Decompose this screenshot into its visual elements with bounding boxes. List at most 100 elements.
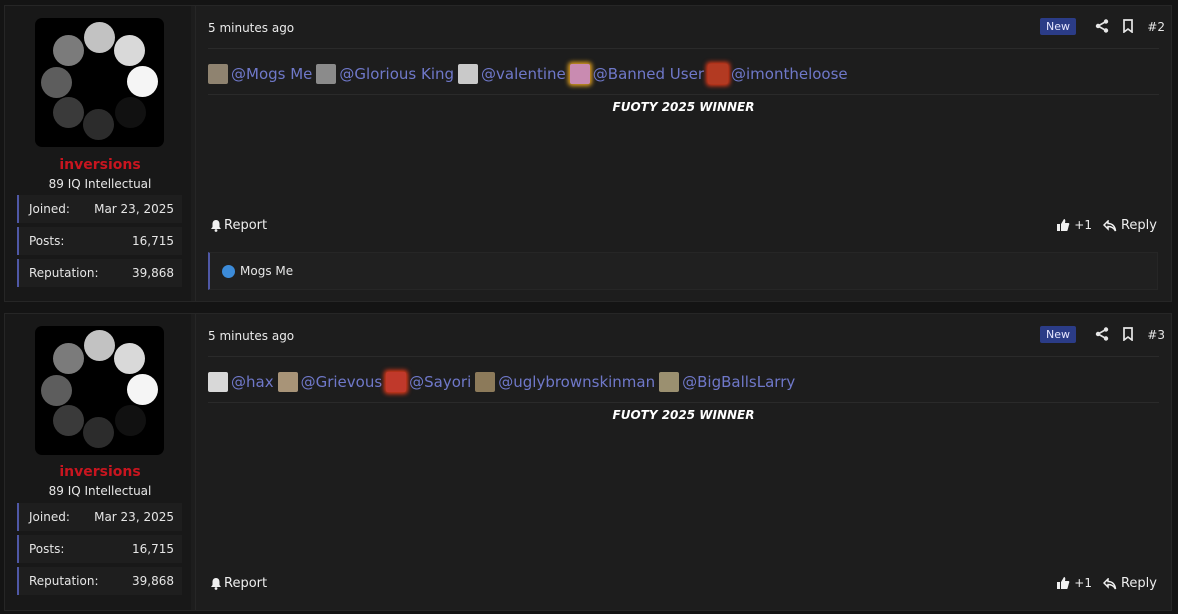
stat-label: Posts: [29, 234, 65, 248]
bell-icon [211, 220, 221, 232]
user-title: 89 IQ Intellectual [48, 177, 152, 191]
mention-name[interactable]: @valentine [481, 65, 566, 83]
stat-value: 39,868 [132, 266, 174, 280]
mention[interactable]: @BigBallsLarry [659, 372, 795, 392]
mention-name[interactable]: @Glorious King [339, 65, 454, 83]
mention-avatar [708, 64, 728, 84]
avatar-dot [53, 343, 84, 374]
mention-avatar [316, 64, 337, 84]
username[interactable]: inversions [5, 157, 195, 173]
mention-name[interactable]: @Banned User [593, 65, 704, 83]
mention-list: @hax @Grievous @Sayori @uglybrownskinman… [208, 371, 799, 393]
signature-divider [208, 94, 1159, 95]
mention-name[interactable]: @BigBallsLarry [682, 373, 795, 391]
reaction-users[interactable]: Mogs Me [240, 264, 293, 278]
mention[interactable]: @Glorious King [316, 64, 454, 84]
avatar[interactable] [35, 326, 164, 455]
mention-name[interactable]: @uglybrownskinman [498, 373, 655, 391]
bookmark-icon[interactable] [1121, 19, 1135, 33]
bell-icon [211, 578, 221, 590]
mention[interactable]: @Grievous [277, 372, 383, 392]
stat-value: 16,715 [132, 234, 174, 248]
signature-divider [208, 402, 1159, 403]
report-button[interactable]: Report [210, 576, 267, 591]
post: inversions 89 IQ Intellectual Joined: Ma… [4, 313, 1172, 611]
new-badge: New [1040, 18, 1076, 35]
mention-name[interactable]: @Sayori [409, 373, 471, 391]
user-info: inversions 89 IQ Intellectual Joined: Ma… [5, 314, 191, 610]
avatar-dot [53, 405, 84, 436]
reply-button[interactable]: Reply [1102, 218, 1157, 233]
post-timestamp[interactable]: 5 minutes ago [208, 329, 294, 343]
avatar-dot [127, 66, 158, 97]
stat-label: Joined: [29, 202, 70, 216]
stat-reputation: Reputation: 39,868 [17, 567, 182, 595]
username[interactable]: inversions [5, 464, 195, 480]
post-timestamp[interactable]: 5 minutes ago [208, 21, 294, 35]
mention-avatar [208, 64, 228, 84]
bookmark-icon[interactable] [1121, 327, 1135, 341]
mention-avatar [659, 372, 680, 392]
reply-button[interactable]: Reply [1102, 576, 1157, 591]
stat-posts: Posts: 16,715 [17, 535, 182, 563]
avatar-dot [115, 405, 146, 436]
reply-icon [1102, 219, 1117, 231]
avatar-dot [114, 35, 145, 66]
user-info: inversions 89 IQ Intellectual Joined: Ma… [5, 6, 191, 301]
mention[interactable]: @imontheloose [708, 64, 848, 84]
thumbs-up-icon [1057, 219, 1070, 231]
mention-name[interactable]: @Grievous [301, 373, 383, 391]
stat-value: 39,868 [132, 574, 174, 588]
stat-label: Reputation: [29, 266, 99, 280]
user-title: 89 IQ Intellectual [48, 484, 152, 498]
like-reaction-icon [222, 264, 235, 278]
mention-avatar [458, 64, 479, 84]
mention-name[interactable]: @hax [231, 373, 274, 391]
like-button[interactable]: +1 [1056, 218, 1092, 232]
avatar-dot [41, 67, 72, 98]
share-icon[interactable] [1095, 327, 1109, 341]
post-number[interactable]: #2 [1147, 20, 1165, 34]
report-button[interactable]: Report [210, 218, 267, 233]
mention[interactable]: @Banned User [569, 64, 704, 84]
reply-label: Reply [1120, 576, 1157, 591]
mention[interactable]: @Mogs Me [208, 64, 312, 84]
share-icon[interactable] [1095, 19, 1109, 33]
thumbs-up-icon [1057, 577, 1070, 589]
mention[interactable]: @uglybrownskinman [475, 372, 655, 392]
stat-label: Joined: [29, 510, 70, 524]
stat-value: Mar 23, 2025 [94, 202, 174, 216]
report-label: Report [224, 576, 268, 591]
post: inversions 89 IQ Intellectual Joined: Ma… [4, 5, 1172, 302]
like-button[interactable]: +1 [1056, 576, 1092, 590]
signature: FUOTY 2025 WINNER [612, 100, 755, 114]
reply-icon [1102, 577, 1117, 589]
stat-value: 16,715 [132, 542, 174, 556]
mention-name[interactable]: @imontheloose [731, 65, 848, 83]
avatar-dot [84, 22, 115, 53]
like-count: +1 [1074, 218, 1092, 232]
like-count: +1 [1074, 576, 1092, 590]
divider [208, 48, 1159, 49]
stat-label: Reputation: [29, 574, 99, 588]
avatar-dot [83, 109, 114, 140]
post-number[interactable]: #3 [1147, 328, 1165, 342]
avatar-dot [84, 330, 115, 361]
mention-name[interactable]: @Mogs Me [231, 65, 312, 83]
avatar[interactable] [35, 18, 164, 147]
stat-label: Posts: [29, 542, 65, 556]
mention[interactable]: @valentine [458, 64, 566, 84]
mention[interactable]: @Sayori [386, 372, 471, 392]
stat-joined: Joined: Mar 23, 2025 [17, 503, 182, 531]
avatar-dot [115, 97, 146, 128]
avatar-dot [53, 35, 84, 66]
mention-avatar [475, 372, 496, 392]
avatar-dot [127, 374, 158, 405]
stat-joined: Joined: Mar 23, 2025 [17, 195, 182, 223]
mention-avatar [208, 372, 228, 392]
reactions-bar[interactable]: Mogs Me [208, 252, 1158, 290]
stat-value: Mar 23, 2025 [94, 510, 174, 524]
divider [208, 356, 1159, 357]
stat-posts: Posts: 16,715 [17, 227, 182, 255]
mention[interactable]: @hax [208, 372, 274, 392]
